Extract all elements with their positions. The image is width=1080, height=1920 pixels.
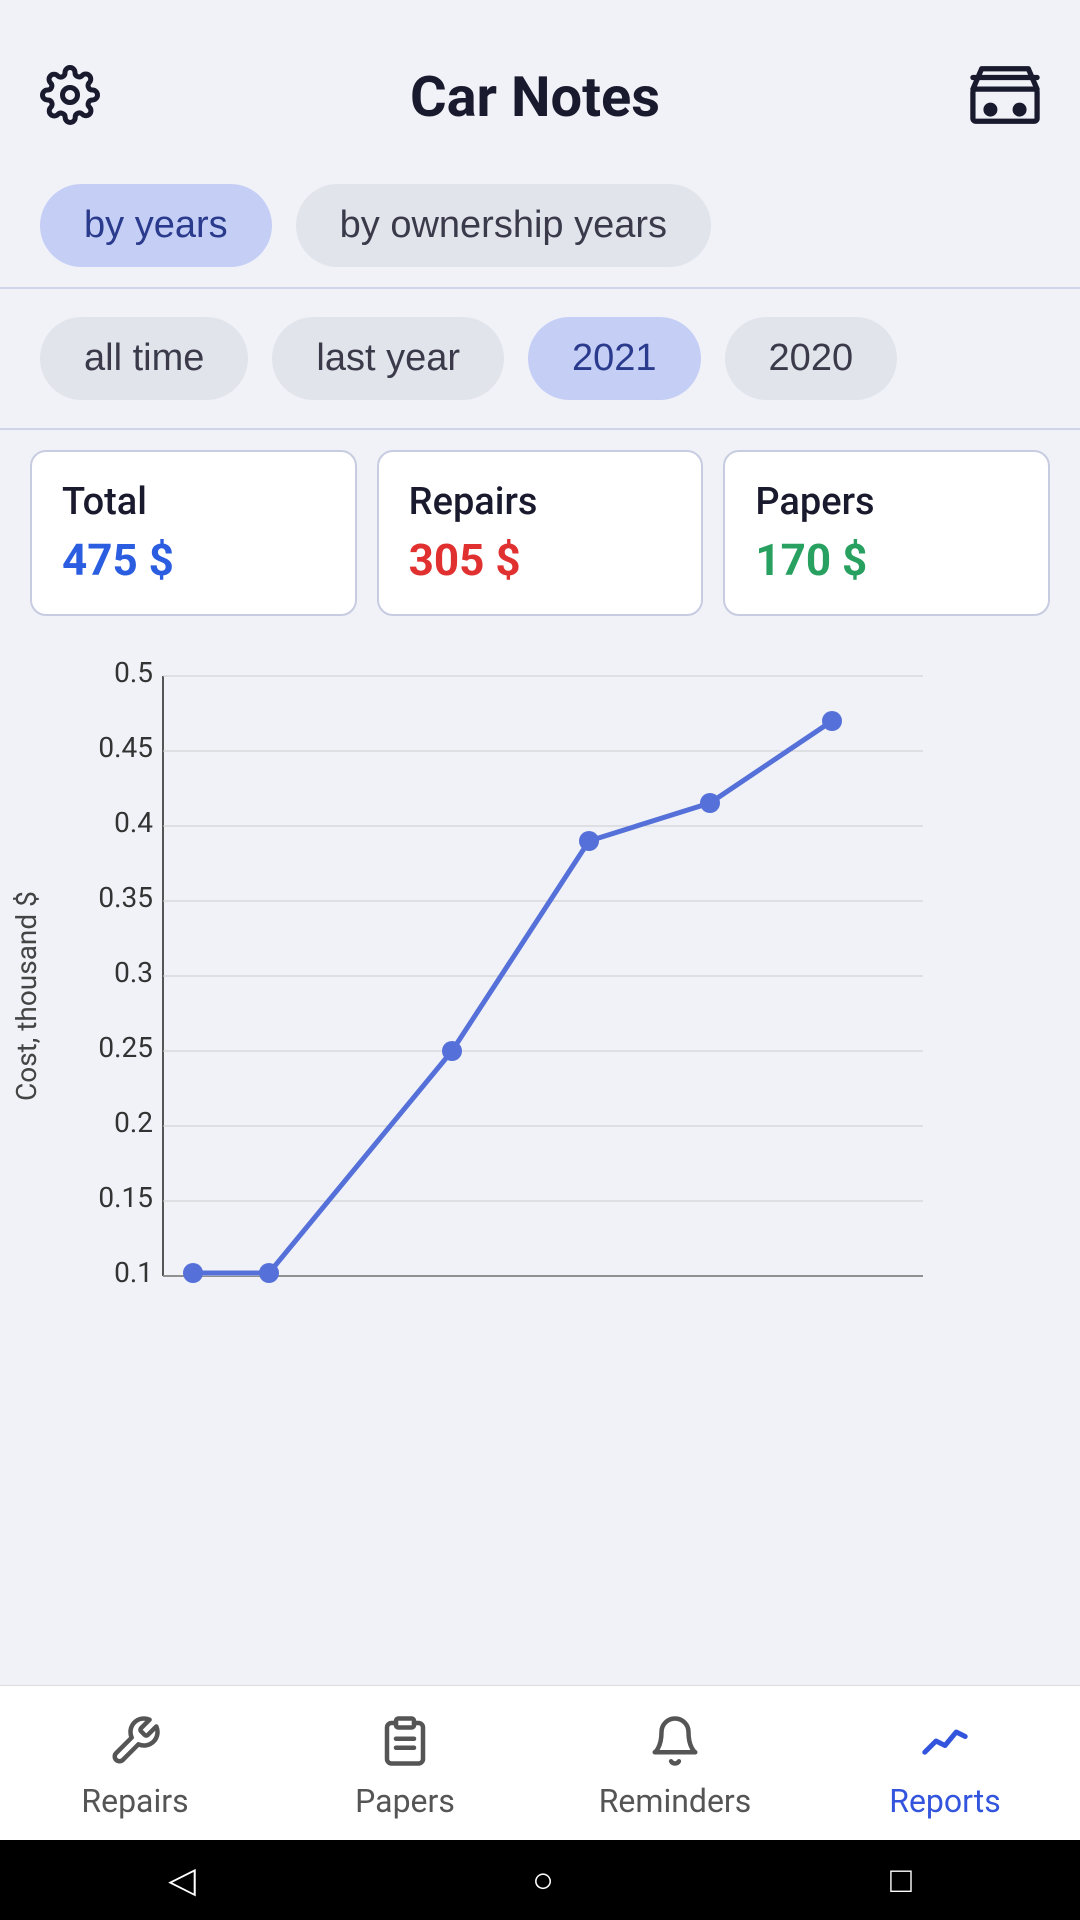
svg-text:0.45: 0.45 <box>98 731 153 764</box>
card-repairs-value: 305 $ <box>409 534 672 586</box>
android-recent-button[interactable]: □ <box>890 1859 912 1901</box>
data-point-2 <box>259 1263 279 1283</box>
bell-icon <box>648 1714 702 1772</box>
card-papers-label: Papers <box>755 480 1018 524</box>
filter-by-ownership-years[interactable]: by ownership years <box>296 184 711 267</box>
chart-inner: 0.5 0.45 0.4 0.35 0.3 0.25 0.2 0.15 0.1 <box>43 656 1070 1336</box>
nav-label-reports: Reports <box>889 1782 1001 1820</box>
svg-text:0.5: 0.5 <box>114 656 153 689</box>
chart-container: Cost, thousand $ <box>0 636 1080 1346</box>
android-back-button[interactable]: ◁ <box>168 1859 196 1901</box>
filter-last-year[interactable]: last year <box>272 317 504 400</box>
filter-2020[interactable]: 2020 <box>725 317 898 400</box>
data-point-6 <box>822 711 842 731</box>
filter-all-time[interactable]: all time <box>40 317 248 400</box>
data-point-3 <box>442 1041 462 1061</box>
nav-label-repairs: Repairs <box>81 1782 188 1820</box>
filter-row-2: all time last year 2021 2020 <box>0 289 1080 428</box>
car-garage-icon[interactable] <box>970 60 1040 134</box>
svg-text:0.2: 0.2 <box>114 1106 153 1139</box>
svg-text:0.1: 0.1 <box>114 1256 153 1289</box>
data-point-1 <box>183 1263 203 1283</box>
svg-text:0.35: 0.35 <box>98 881 153 914</box>
card-papers-value: 170 $ <box>755 534 1018 586</box>
card-repairs: Repairs 305 $ <box>377 450 704 616</box>
nav-item-repairs[interactable]: Repairs <box>0 1686 270 1840</box>
bottom-nav: Repairs Papers Reminders <box>0 1685 1080 1840</box>
svg-text:0.3: 0.3 <box>114 956 153 989</box>
nav-item-reports[interactable]: Reports <box>810 1686 1080 1840</box>
svg-text:0.15: 0.15 <box>98 1181 153 1214</box>
chart-area: Cost, thousand $ <box>10 656 1070 1336</box>
card-total-label: Total <box>62 480 325 524</box>
chart-line-icon <box>918 1714 972 1772</box>
card-total: Total 475 $ <box>30 450 357 616</box>
data-point-5 <box>700 793 720 813</box>
filter-2021[interactable]: 2021 <box>528 317 701 400</box>
settings-icon[interactable] <box>40 65 100 129</box>
svg-text:0.25: 0.25 <box>98 1031 153 1064</box>
line-chart: 0.5 0.45 0.4 0.35 0.3 0.25 0.2 0.15 0.1 <box>53 656 953 1336</box>
nav-item-papers[interactable]: Papers <box>270 1686 540 1840</box>
summary-cards: Total 475 $ Repairs 305 $ Papers 170 $ <box>0 430 1080 636</box>
card-papers: Papers 170 $ <box>723 450 1050 616</box>
wrench-icon <box>108 1714 162 1772</box>
card-total-value: 475 $ <box>62 534 325 586</box>
nav-item-reminders[interactable]: Reminders <box>540 1686 810 1840</box>
card-repairs-label: Repairs <box>409 480 672 524</box>
nav-label-reminders: Reminders <box>599 1782 752 1820</box>
filter-by-years[interactable]: by years <box>40 184 272 267</box>
android-home-button[interactable]: ○ <box>532 1859 554 1901</box>
y-axis-label: Cost, thousand $ <box>10 656 43 1336</box>
svg-text:0.4: 0.4 <box>114 806 153 839</box>
data-point-4 <box>579 831 599 851</box>
android-nav-bar: ◁ ○ □ <box>0 1840 1080 1920</box>
filter-row-1: by years by ownership years <box>0 164 1080 287</box>
header: Car Notes <box>0 0 1080 164</box>
clipboard-icon <box>378 1714 432 1772</box>
app-title: Car Notes <box>410 64 660 130</box>
nav-label-papers: Papers <box>355 1782 455 1820</box>
